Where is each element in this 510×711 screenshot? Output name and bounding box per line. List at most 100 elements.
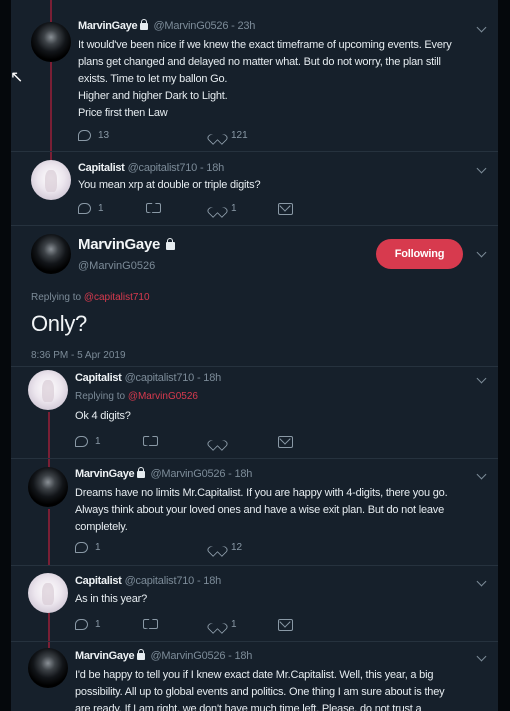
author-name[interactable]: Capitalist — [75, 575, 122, 587]
like-button[interactable]: 1 — [211, 203, 237, 214]
replying-to: Replying to @MarvinG0526 — [75, 391, 198, 402]
author-handle[interactable]: @MarvinG0526 — [150, 468, 225, 480]
retweet-icon — [143, 436, 158, 446]
tweet-timestamp[interactable]: 8:36 PM - 5 Apr 2019 — [31, 350, 126, 361]
reply-button[interactable]: 1 — [75, 542, 101, 553]
like-count: 1 — [231, 203, 237, 214]
retweet-button[interactable] — [143, 436, 165, 446]
focus-author-name[interactable]: MarvinGaye — [78, 236, 177, 253]
reply-button[interactable]: 1 — [75, 619, 101, 630]
author-name[interactable]: MarvinGaye — [75, 468, 135, 480]
author-handle[interactable]: @MarvinG0526 — [153, 20, 228, 32]
replying-label: Replying to — [75, 391, 126, 402]
avatar[interactable] — [28, 467, 68, 507]
retweet-button[interactable] — [146, 203, 168, 213]
like-icon — [211, 619, 224, 630]
replying-to: Replying to @capitalist710 — [31, 292, 150, 303]
reply-button[interactable]: 1 — [75, 436, 101, 447]
chevron-down-icon[interactable] — [476, 651, 487, 662]
tweet-actions: 1 1 — [75, 619, 325, 635]
reply-count: 13 — [98, 130, 110, 141]
avatar[interactable] — [31, 234, 71, 274]
tweet-actions: 1 — [75, 436, 325, 452]
tweet-time[interactable]: 18h — [234, 468, 252, 480]
chevron-down-icon[interactable] — [476, 247, 487, 258]
tweet-time[interactable]: 23h — [237, 20, 255, 32]
author-name[interactable]: MarvinGaye — [75, 650, 135, 662]
like-icon — [211, 436, 224, 447]
avatar[interactable] — [28, 648, 68, 688]
reply-button[interactable]: 13 — [78, 130, 109, 141]
tweet-line: Price first then Law — [78, 107, 168, 119]
tweet-text: I'd be happy to tell you if I knew exact… — [75, 667, 495, 711]
mouse-cursor-icon: ↖ — [11, 69, 24, 86]
chevron-down-icon[interactable] — [476, 373, 487, 384]
tweet-actions: 1 1 — [78, 203, 328, 219]
chevron-down-icon[interactable] — [476, 576, 487, 587]
tweet-line: possibility. All up to global events and… — [75, 686, 445, 698]
tweet-time[interactable]: 18h — [206, 162, 224, 174]
author-name[interactable]: MarvinGaye — [78, 20, 138, 32]
thread-line — [48, 412, 50, 470]
tweet-text: As in this year? — [75, 591, 485, 608]
tweet-thread-view: ↖ MarvinGaye @MarvinG0526 - 23h It would… — [11, 0, 498, 711]
direct-message-button[interactable] — [278, 436, 293, 448]
chevron-down-icon[interactable] — [476, 22, 487, 33]
like-icon — [211, 203, 224, 214]
lock-icon — [140, 19, 149, 30]
focus-tweet-text: Only? — [31, 311, 87, 336]
author-handle[interactable]: @capitalist710 — [125, 575, 195, 587]
tweet-text: Dreams have no limits Mr.Capitalist. If … — [75, 485, 490, 536]
following-button[interactable]: Following — [376, 239, 463, 269]
reply-count: 1 — [95, 619, 101, 630]
direct-message-button[interactable] — [278, 619, 293, 631]
focus-author-handle[interactable]: @MarvinG0526 — [78, 260, 155, 272]
avatar[interactable] — [28, 370, 68, 410]
like-count: 12 — [231, 542, 243, 553]
tweet-line: Always think about your loved ones and h… — [75, 504, 445, 516]
separator: - — [197, 162, 207, 174]
tweet-text: Ok 4 digits? — [75, 408, 485, 425]
author-name[interactable]: Capitalist — [75, 372, 122, 384]
tweet-line: completely. — [75, 521, 128, 533]
avatar[interactable] — [28, 573, 68, 613]
like-button[interactable] — [211, 436, 231, 447]
tweet-text: It would've been nice if we knew the exa… — [78, 37, 488, 122]
direct-message-button[interactable] — [278, 203, 293, 215]
chevron-down-icon[interactable] — [476, 163, 487, 174]
like-button[interactable]: 12 — [211, 542, 242, 553]
chevron-down-icon[interactable] — [476, 469, 487, 480]
author-handle[interactable]: @capitalist710 — [128, 162, 198, 174]
tweet-text: You mean xrp at double or triple digits? — [78, 177, 488, 194]
lock-icon — [137, 467, 146, 478]
divider — [11, 366, 498, 367]
mention-link[interactable]: @capitalist710 — [84, 292, 150, 303]
retweet-icon — [143, 619, 158, 629]
avatar[interactable] — [31, 160, 71, 200]
lock-icon — [137, 649, 146, 660]
retweet-icon — [146, 203, 161, 213]
divider — [11, 641, 498, 642]
lock-icon — [166, 238, 176, 250]
retweet-button[interactable] — [143, 619, 165, 629]
tweet-line: Ok 4 digits? — [75, 410, 131, 422]
tweet-actions: 1 12 — [75, 542, 325, 558]
reply-icon — [75, 436, 88, 447]
like-button[interactable]: 1 — [211, 619, 237, 630]
avatar[interactable] — [31, 22, 71, 62]
author-name[interactable]: Capitalist — [78, 162, 125, 174]
tweet-time[interactable]: 18h — [203, 372, 221, 384]
author-name[interactable]: MarvinGaye — [78, 236, 160, 253]
mention-link[interactable]: @MarvinG0526 — [128, 391, 198, 402]
thread-line — [48, 509, 50, 566]
like-button[interactable]: 121 — [211, 130, 248, 141]
tweet-time[interactable]: 18h — [234, 650, 252, 662]
tweet-line: Dreams have no limits Mr.Capitalist. If … — [75, 487, 448, 499]
author-handle[interactable]: @MarvinG0526 — [150, 650, 225, 662]
tweet-line: are ready. If I am right, we don't have … — [75, 703, 422, 711]
tweet-time[interactable]: 18h — [203, 575, 221, 587]
reply-button[interactable]: 1 — [78, 203, 104, 214]
thread-line — [50, 60, 52, 160]
separator: - — [194, 372, 204, 384]
author-handle[interactable]: @capitalist710 — [125, 372, 195, 384]
